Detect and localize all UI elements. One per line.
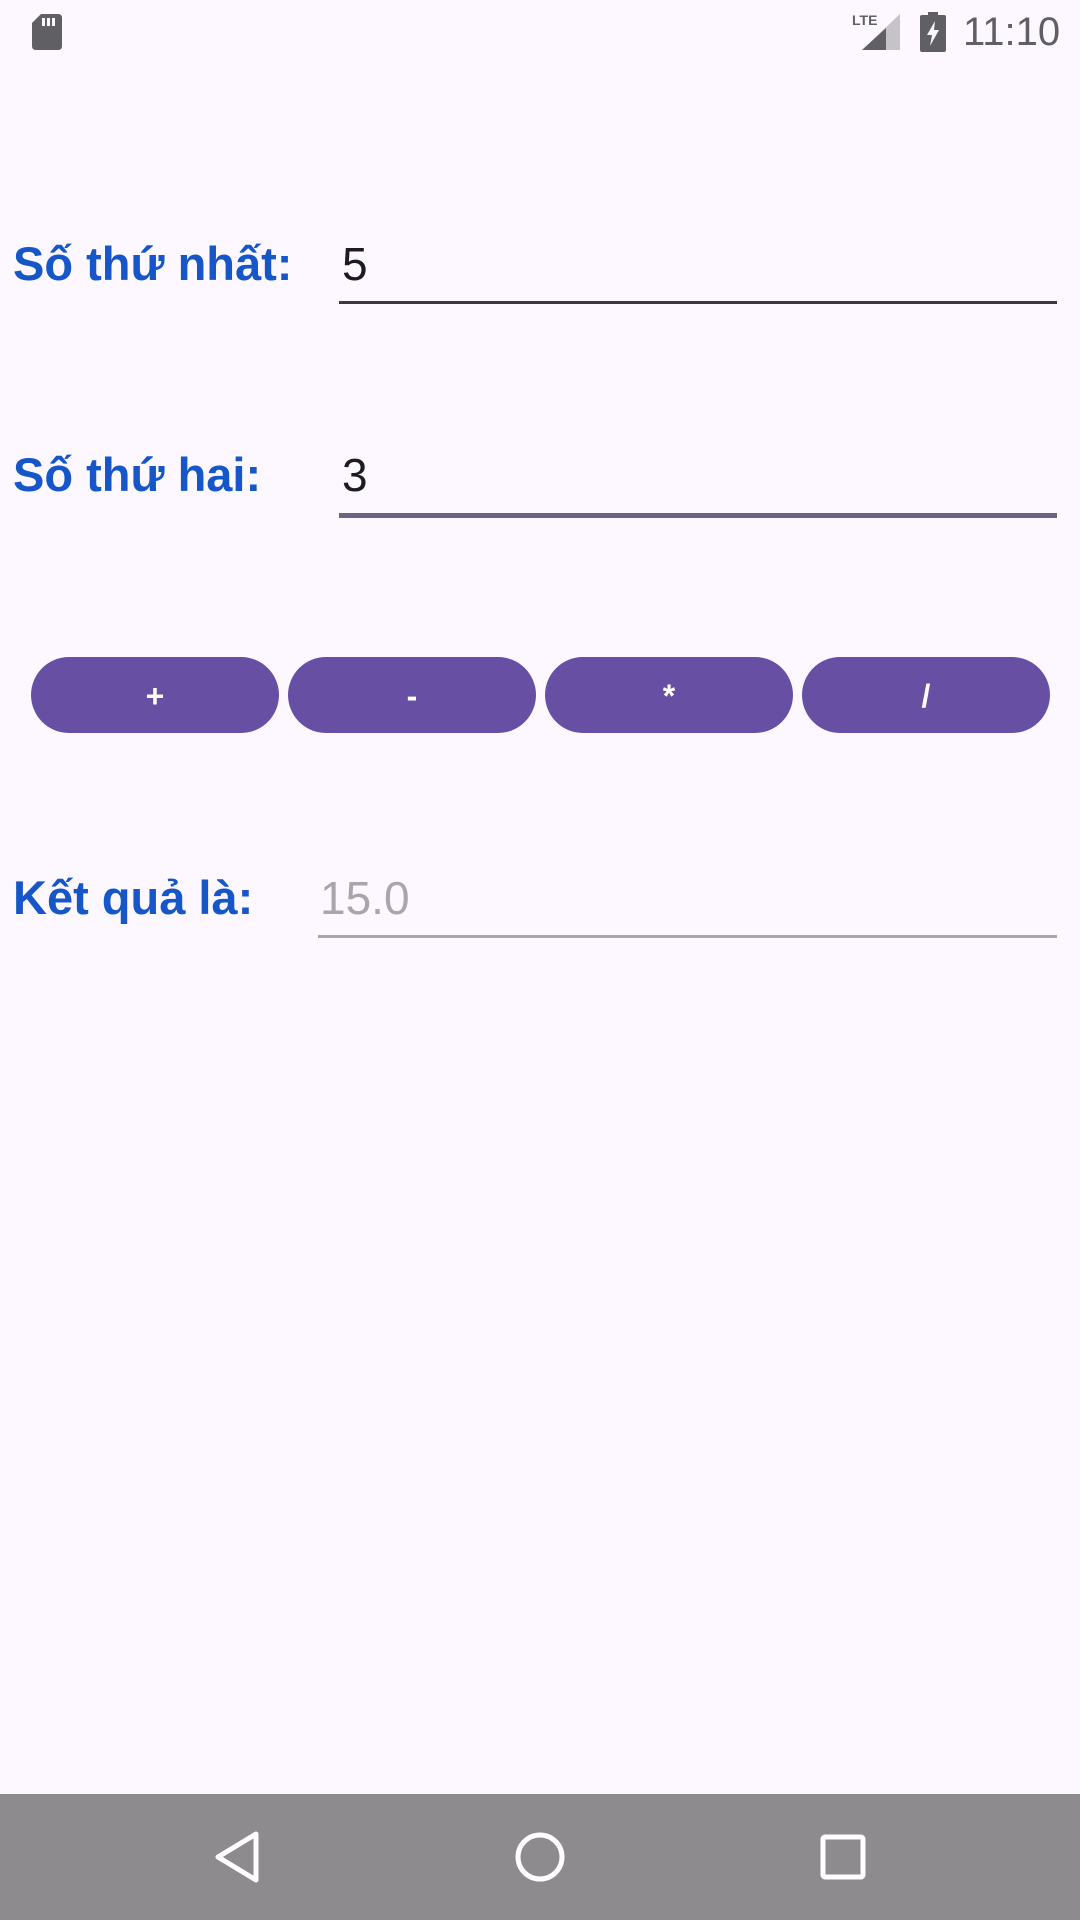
result-field[interactable]: 15.0: [318, 870, 1057, 938]
svg-text:LTE: LTE: [852, 12, 877, 28]
status-bar: LTE 11:10: [0, 0, 1080, 64]
sd-card-icon: [32, 14, 62, 50]
add-button[interactable]: +: [31, 657, 279, 733]
subtract-button[interactable]: -: [288, 657, 536, 733]
status-clock: 11:10: [963, 10, 1061, 54]
lte-signal-icon: LTE: [852, 12, 900, 50]
multiply-button[interactable]: *: [545, 657, 793, 733]
home-icon[interactable]: [505, 1822, 575, 1892]
recents-icon[interactable]: [808, 1822, 878, 1892]
back-icon[interactable]: [203, 1822, 273, 1892]
divide-button[interactable]: /: [802, 657, 1050, 733]
result-label: Kết quả là:: [13, 871, 254, 924]
second-number-label: Số thứ hai:: [13, 448, 262, 501]
second-number-input[interactable]: 3: [339, 447, 1057, 518]
first-number-input[interactable]: 5: [339, 236, 1057, 304]
first-number-label: Số thứ nhất:: [13, 237, 293, 290]
navigation-bar: [0, 1794, 1080, 1920]
battery-charging-icon: [920, 12, 946, 52]
